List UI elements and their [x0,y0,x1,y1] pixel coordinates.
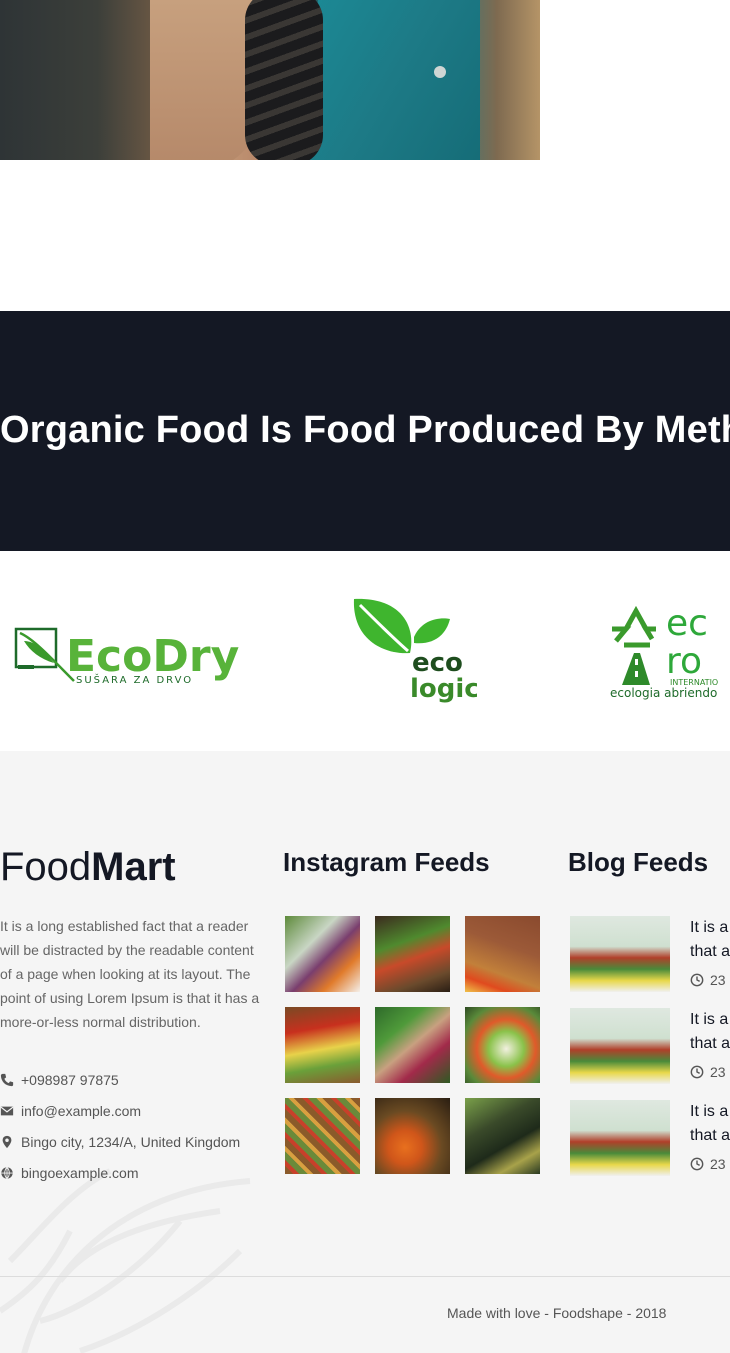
instagram-photo[interactable] [375,1007,450,1083]
hero-image-shirt [300,0,480,160]
banner-section: Organic Food Is Food Produced By Metho [0,311,730,551]
instagram-photo[interactable] [285,1007,360,1083]
instagram-feeds-title: Instagram Feeds [283,847,490,878]
contact-website-text: bingoexample.com [21,1164,139,1181]
hero-image-braid [245,0,323,160]
blog-item[interactable]: It is a that a 23 l [570,916,730,992]
instagram-photo[interactable] [375,1098,450,1174]
instagram-title-light: Instagram [283,847,415,877]
ecologic-logo[interactable]: eco logic [352,597,477,707]
blog-item-date: 23 l [690,1156,730,1172]
clock-icon [690,1157,704,1171]
map-pin-icon [2,1135,12,1148]
blog-item-date-text: 23 l [710,972,730,988]
contact-email[interactable]: info@example.com [0,1095,270,1126]
instagram-photo[interactable] [465,1098,540,1174]
contact-address[interactable]: Bingo city, 1234/A, United Kingdom [0,1126,270,1157]
partner-logos: EcoDry SUŠARA ZA DRVO eco logic ec ro IN… [0,551,730,751]
ecodry-logo[interactable]: EcoDry SUŠARA ZA DRVO [14,621,244,685]
blog-item-date-text: 23 l [710,1064,730,1080]
globe-icon [1,1166,13,1179]
instagram-photo[interactable] [465,916,540,992]
contact-website[interactable]: bingoexample.com [0,1157,270,1188]
blog-title-light: Blog [568,847,633,877]
hero-image-shoulder [150,0,260,160]
contact-phone[interactable]: +098987 97875 [0,1064,270,1095]
instagram-photo[interactable] [285,916,360,992]
footer-divider [0,1276,730,1277]
blog-item-date: 23 l [690,972,730,988]
footer-brand[interactable]: FoodMart [0,845,176,890]
svg-text:ec: ec [666,603,708,644]
contact-phone-text: +098987 97875 [21,1071,119,1088]
hero-image [0,0,540,160]
banner-headline: Organic Food Is Food Produced By Metho [0,409,730,451]
blog-item-date-text: 23 l [710,1156,730,1172]
blog-item-title[interactable]: It is a that a [690,1008,730,1056]
instagram-photo[interactable] [465,1007,540,1083]
svg-text:logic: logic [410,674,477,704]
blog-item-title[interactable]: It is a that a [690,916,730,964]
blog-item-title[interactable]: It is a that a [690,1100,730,1148]
contact-address-text: Bingo city, 1234/A, United Kingdom [21,1133,241,1150]
footer-credits: Made with love - Foodshape - 2018 [447,1305,667,1321]
footer-brand-light: Food [0,845,92,889]
blog-thumbnail[interactable] [570,916,670,992]
phone-icon [0,1073,14,1086]
contact-email-text: info@example.com [21,1102,142,1119]
blog-thumbnail[interactable] [570,1008,670,1084]
svg-text:ecologia abriendo: ecologia abriendo [610,686,717,700]
blog-item[interactable]: It is a that a 23 l [570,1008,730,1084]
instagram-photo[interactable] [375,916,450,992]
instagram-title-bold: Feeds [414,847,490,877]
footer-about-text: It is a long established fact that a rea… [0,918,260,1030]
footer: FoodMart It is a long established fact t… [0,751,730,1353]
instagram-photo[interactable] [285,1098,360,1174]
blog-feeds-title: Blog Feeds [568,847,708,878]
footer-brand-bold: Mart [91,845,176,889]
blog-thumbnail[interactable] [570,1100,670,1176]
ecodry-logo-tagline: SUŠARA ZA DRVO [76,673,193,685]
hero-image-button [434,66,446,78]
footer-contacts: +098987 97875 info@example.com Bingo cit… [0,1064,270,1188]
clock-icon [690,1065,704,1079]
ecoroad-logo[interactable]: ec ro INTERNATIO ecologia abriendo [610,601,730,701]
blog-item[interactable]: It is a that a 23 l [570,1100,730,1176]
svg-text:ro: ro [666,641,702,682]
blog-item-date: 23 l [690,1064,730,1080]
envelope-icon [0,1106,14,1115]
clock-icon [690,973,704,987]
blog-title-bold: Feeds [633,847,709,877]
